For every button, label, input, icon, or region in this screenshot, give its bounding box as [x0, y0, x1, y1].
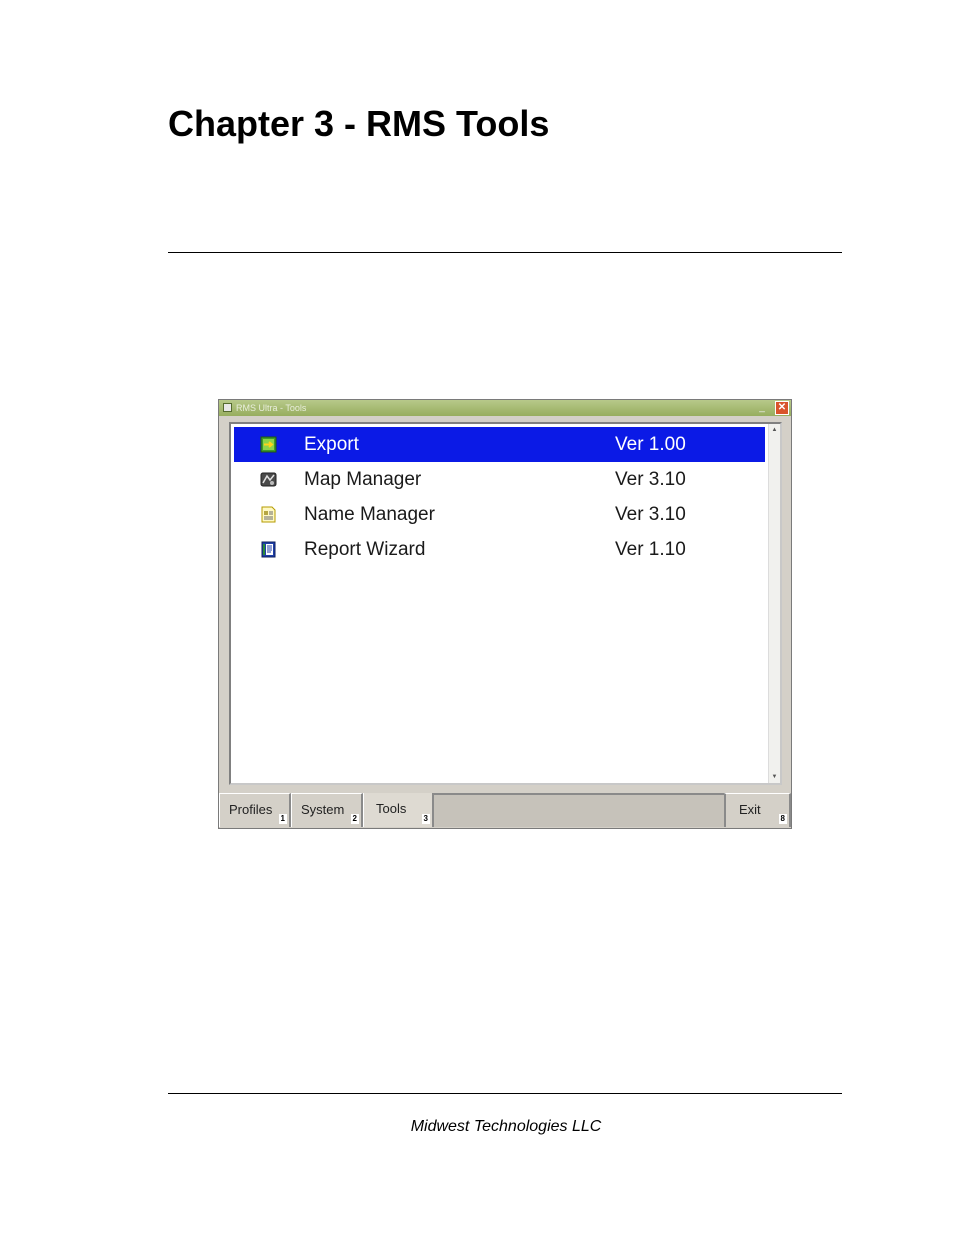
map-manager-icon	[260, 472, 277, 487]
tab-profiles[interactable]: Profiles 1	[219, 793, 291, 827]
tool-version: Ver 3.10	[615, 504, 686, 525]
scroll-down-icon[interactable]: ▼	[769, 771, 780, 783]
tool-name: Report Wizard	[304, 539, 426, 560]
exit-label: Exit	[739, 802, 761, 817]
footer-rule	[168, 1093, 842, 1094]
tool-row-export[interactable]: Export Ver 1.00	[234, 427, 765, 462]
tab-label: System	[301, 802, 345, 817]
tab-tools[interactable]: Tools 3	[363, 793, 434, 827]
tool-version: Ver 1.10	[615, 539, 686, 560]
tool-row-map-manager[interactable]: Map Manager Ver 3.10	[234, 462, 765, 497]
tab-bar-spacer	[434, 793, 724, 827]
tab-shortcut-key: 3	[421, 814, 430, 824]
tab-shortcut-key: 8	[778, 814, 787, 824]
tool-version: Ver 1.00	[615, 434, 686, 455]
report-wizard-icon	[261, 541, 276, 558]
header-rule	[168, 252, 842, 253]
tool-name: Name Manager	[304, 504, 435, 525]
scroll-up-icon[interactable]: ▲	[769, 424, 780, 436]
tab-system[interactable]: System 2	[291, 793, 363, 827]
footer-company: Midwest Technologies LLC	[410, 1118, 602, 1135]
tab-label: Profiles	[229, 802, 273, 817]
tools-list: Export Ver 1.00 Map Manager Ver 3.10 Nam…	[229, 422, 782, 785]
tab-shortcut-key: 1	[278, 814, 287, 824]
tool-name: Map Manager	[304, 469, 422, 490]
minimize-button[interactable]: _	[755, 402, 769, 414]
export-icon	[260, 436, 277, 453]
window-title: RMS Ultra - Tools	[236, 403, 307, 413]
exit-button[interactable]: Exit 8	[724, 793, 791, 827]
tools-window: RMS Ultra - Tools _ ✕ Export Ver 1.00 Ma…	[218, 399, 792, 829]
tab-shortcut-key: 2	[350, 814, 359, 824]
tab-label: Tools	[376, 801, 407, 816]
name-manager-icon	[261, 506, 276, 523]
window-titlebar: RMS Ultra - Tools _ ✕	[219, 400, 791, 416]
tool-row-report-wizard[interactable]: Report Wizard Ver 1.10	[234, 532, 765, 567]
tool-row-name-manager[interactable]: Name Manager Ver 3.10	[234, 497, 765, 532]
vertical-scrollbar[interactable]: ▲ ▼	[768, 424, 780, 783]
app-icon	[223, 403, 232, 412]
tool-version: Ver 3.10	[615, 469, 686, 490]
chapter-title: Chapter 3 - RMS Tools	[168, 103, 550, 144]
tool-name: Export	[304, 434, 359, 455]
close-button[interactable]: ✕	[775, 401, 789, 415]
